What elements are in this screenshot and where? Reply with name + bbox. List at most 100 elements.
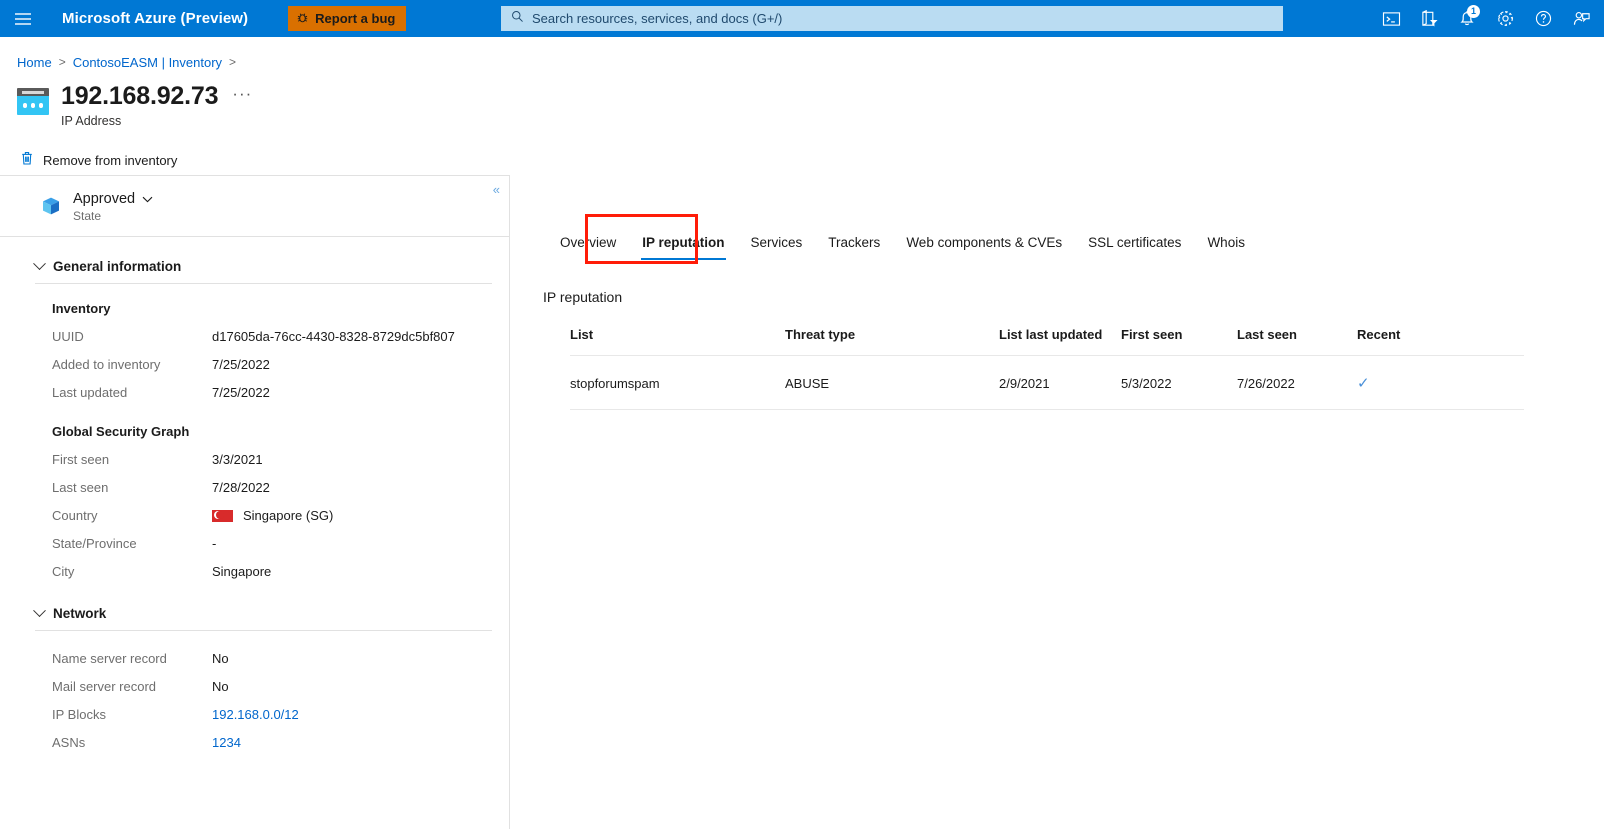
section-header-general-information[interactable]: General information xyxy=(33,237,492,275)
detail-value-last-updated: 7/25/2022 xyxy=(212,385,270,401)
main-content-panel: Overview IP reputation Services Trackers… xyxy=(510,175,1604,829)
tab-services[interactable]: Services xyxy=(738,235,816,260)
detail-key: City xyxy=(52,564,75,580)
table-header-row: List Threat type List last updated First… xyxy=(570,327,1524,356)
detail-key: ASNs xyxy=(52,735,86,751)
table-row[interactable]: stopforumspam ABUSE 2/9/2021 5/3/2022 7/… xyxy=(570,356,1524,410)
divider xyxy=(35,283,492,285)
detail-key: First seen xyxy=(52,452,110,468)
notification-badge: 1 xyxy=(1467,5,1480,18)
chevron-down-icon xyxy=(142,190,153,208)
page-title: 192.168.92.73 xyxy=(61,82,219,110)
detail-row: ASNs 1234 xyxy=(52,735,492,750)
detail-row: Last updated 7/25/2022 xyxy=(52,385,492,400)
search-icon xyxy=(511,10,524,28)
detail-row: Name server record No xyxy=(52,651,492,666)
page-body: Approved State « General information Inv… xyxy=(0,175,1604,829)
detail-key: Added to inventory xyxy=(52,357,161,373)
collapse-panel-button[interactable]: « xyxy=(493,182,500,197)
detail-value-country: Singapore (SG) xyxy=(243,508,334,524)
state-value: Approved xyxy=(73,190,136,207)
tab-ssl-certificates[interactable]: SSL certificates xyxy=(1075,235,1194,260)
azure-brand-link[interactable]: Microsoft Azure (Preview) xyxy=(62,10,248,27)
bug-icon xyxy=(296,11,309,27)
detail-key: Country xyxy=(52,508,98,524)
detail-row: Mail server record No xyxy=(52,679,492,694)
feedback-icon[interactable] xyxy=(1562,0,1600,37)
detail-value-ip-blocks-link[interactable]: 192.168.0.0/12 xyxy=(212,707,299,722)
notifications-icon[interactable]: 1 xyxy=(1448,0,1486,37)
detail-row: Last seen 7/28/2022 xyxy=(52,480,492,495)
resource-cube-icon xyxy=(40,195,62,217)
detail-row: IP Blocks 192.168.0.0/12 xyxy=(52,707,492,722)
trash-icon xyxy=(20,151,34,169)
tab-whois[interactable]: Whois xyxy=(1194,235,1258,260)
top-bar-icon-group: 1 xyxy=(1372,0,1600,37)
section-title: Network xyxy=(53,606,107,622)
column-header-threat-type[interactable]: Threat type xyxy=(785,327,999,356)
tab-overview[interactable]: Overview xyxy=(547,235,629,260)
state-dropdown[interactable]: Approved xyxy=(73,190,153,208)
tab-trackers[interactable]: Trackers xyxy=(815,235,893,260)
cell-list-last-updated: 2/9/2021 xyxy=(999,375,1050,391)
detail-row: Added to inventory 7/25/2022 xyxy=(52,357,492,372)
tab-ip-reputation[interactable]: IP reputation xyxy=(629,235,737,261)
cell-last-seen: 7/26/2022 xyxy=(1237,375,1295,391)
cell-recent-checkmark: ✓ xyxy=(1357,375,1370,393)
column-header-recent[interactable]: Recent xyxy=(1357,327,1524,356)
detail-row: UUID d17605da-76cc-4430-8328-8729dc5bf80… xyxy=(52,329,492,344)
chevron-down-icon xyxy=(33,604,46,618)
detail-value-added-to-inventory: 7/25/2022 xyxy=(212,357,270,373)
breadcrumb-item-home[interactable]: Home xyxy=(17,55,52,70)
detail-row: City Singapore xyxy=(52,564,492,579)
detail-value-asns-link[interactable]: 1234 xyxy=(212,735,241,750)
state-strip: Approved State « xyxy=(0,176,509,238)
section-general-information: General information Inventory UUID d1760… xyxy=(0,237,509,579)
section-title: General information xyxy=(53,259,182,275)
settings-gear-icon[interactable] xyxy=(1486,0,1524,37)
cloud-shell-icon[interactable] xyxy=(1372,0,1410,37)
detail-row: Country Singapore (SG) xyxy=(52,508,492,523)
cell-threat-type: ABUSE xyxy=(785,375,830,391)
tab-web-components-cves[interactable]: Web components & CVEs xyxy=(893,235,1075,260)
more-actions-button[interactable]: ··· xyxy=(232,85,252,108)
content-title: IP reputation xyxy=(543,289,623,306)
report-a-bug-button[interactable]: Report a bug xyxy=(288,6,407,31)
detail-key: UUID xyxy=(52,329,84,345)
search-input[interactable] xyxy=(532,11,1273,26)
breadcrumb-separator: > xyxy=(229,55,237,69)
page-subtitle: IP Address xyxy=(61,114,122,129)
cell-first-seen: 5/3/2022 xyxy=(1121,375,1172,391)
details-left-panel: Approved State « General information Inv… xyxy=(0,175,510,829)
divider xyxy=(35,630,492,632)
ip-address-icon xyxy=(17,88,49,115)
detail-value-first-seen: 3/3/2021 xyxy=(212,452,263,468)
report-a-bug-label: Report a bug xyxy=(315,11,396,26)
detail-key: Last seen xyxy=(52,480,109,496)
section-network: Network Name server record No Mail serve… xyxy=(0,604,509,750)
column-header-first-seen[interactable]: First seen xyxy=(1121,327,1237,356)
detail-key: Last updated xyxy=(52,385,128,401)
hamburger-menu-icon[interactable] xyxy=(0,0,46,37)
detail-value-uuid: d17605da-76cc-4430-8328-8729dc5bf807 xyxy=(212,329,455,345)
column-header-list-last-updated[interactable]: List last updated xyxy=(999,327,1121,356)
column-header-last-seen[interactable]: Last seen xyxy=(1237,327,1357,356)
singapore-flag-icon xyxy=(212,509,233,522)
group-title-inventory: Inventory xyxy=(52,301,111,317)
detail-value-state-province: - xyxy=(212,536,217,552)
directory-filter-icon[interactable] xyxy=(1410,0,1448,37)
cell-list: stopforumspam xyxy=(570,375,660,391)
detail-key: State/Province xyxy=(52,536,137,552)
global-search-box[interactable] xyxy=(501,6,1283,31)
remove-from-inventory-button[interactable]: Remove from inventory xyxy=(20,147,183,173)
breadcrumb-separator: > xyxy=(58,55,66,69)
column-header-list[interactable]: List xyxy=(570,327,785,356)
detail-value-last-seen: 7/28/2022 xyxy=(212,480,270,496)
chevron-down-icon xyxy=(33,257,46,271)
help-icon[interactable] xyxy=(1524,0,1562,37)
page-header: 192.168.92.73 ··· IP Address xyxy=(0,83,1604,128)
section-header-network[interactable]: Network xyxy=(33,604,492,622)
breadcrumb: Home > ContosoEASM | Inventory > xyxy=(0,47,1604,77)
breadcrumb-item-inventory[interactable]: ContosoEASM | Inventory xyxy=(73,55,222,70)
detail-value-city: Singapore xyxy=(212,564,272,580)
